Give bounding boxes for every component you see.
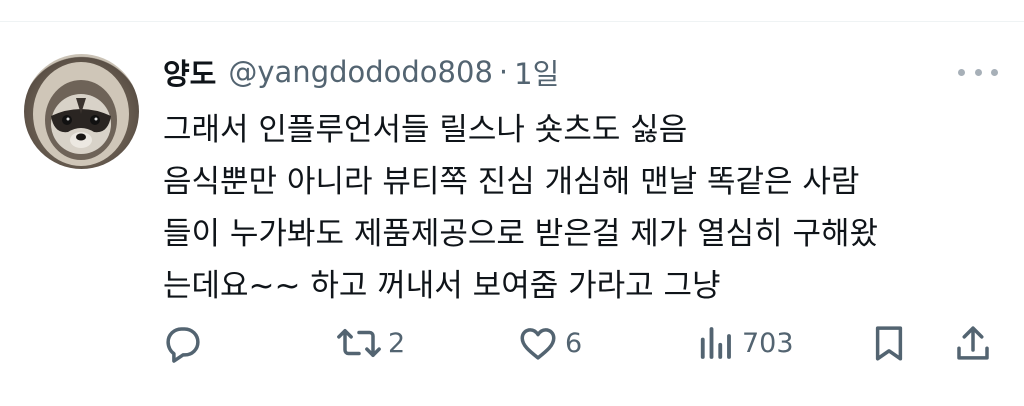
tweet-line: 음식뿐만 아니라 뷰티쪽 진심 개심해 맨날 똑같은 사람 <box>163 164 860 200</box>
views-icon <box>700 327 731 359</box>
share-icon <box>957 326 989 360</box>
author-name[interactable]: 양도 <box>163 51 216 93</box>
author-handle[interactable]: @yangdododo808 <box>228 55 493 89</box>
raccoon-image <box>33 62 129 166</box>
more-dots-icon[interactable] <box>958 58 998 86</box>
retweet-button[interactable]: 2 <box>336 320 405 366</box>
tweet-line: 그래서 인플루언서들 릴스나 숏츠도 싫음 <box>163 112 688 148</box>
top-divider <box>0 21 1024 22</box>
like-button[interactable]: 6 <box>517 320 582 366</box>
reply-icon <box>166 327 200 363</box>
dot <box>974 68 982 76</box>
separator-dot: · <box>498 55 509 89</box>
action-bar: 2 6 703 <box>160 320 1010 366</box>
bookmark-icon <box>875 326 903 361</box>
views-button[interactable]: 703 <box>694 320 794 366</box>
views-count: 703 <box>742 327 794 359</box>
retweet-icon <box>337 329 381 357</box>
heart-icon <box>520 328 556 360</box>
dot <box>991 68 998 76</box>
retweet-count: 2 <box>388 327 406 359</box>
raccoon-avatar[interactable] <box>24 54 139 169</box>
dot <box>958 68 965 76</box>
reply-button[interactable] <box>162 320 210 366</box>
share-button[interactable] <box>952 320 994 366</box>
tweet-header: 양도 @yangdododo808 · 1일 <box>163 50 559 94</box>
tweet-text: 그래서 인플루언서들 릴스나 숏츠도 싫음 음식뿐만 아니라 뷰티쪽 진심 개심… <box>163 104 1003 312</box>
bookmark-button[interactable] <box>868 320 910 366</box>
tweet-line: 는데요~~ 하고 꺼내서 보여줌 가라고 그냥 <box>163 268 721 304</box>
timestamp[interactable]: 1일 <box>514 51 559 93</box>
like-count: 6 <box>565 327 583 359</box>
tweet-line: 들이 누가봐도 제품제공으로 받은걸 제가 열심히 구해왔 <box>163 216 879 252</box>
